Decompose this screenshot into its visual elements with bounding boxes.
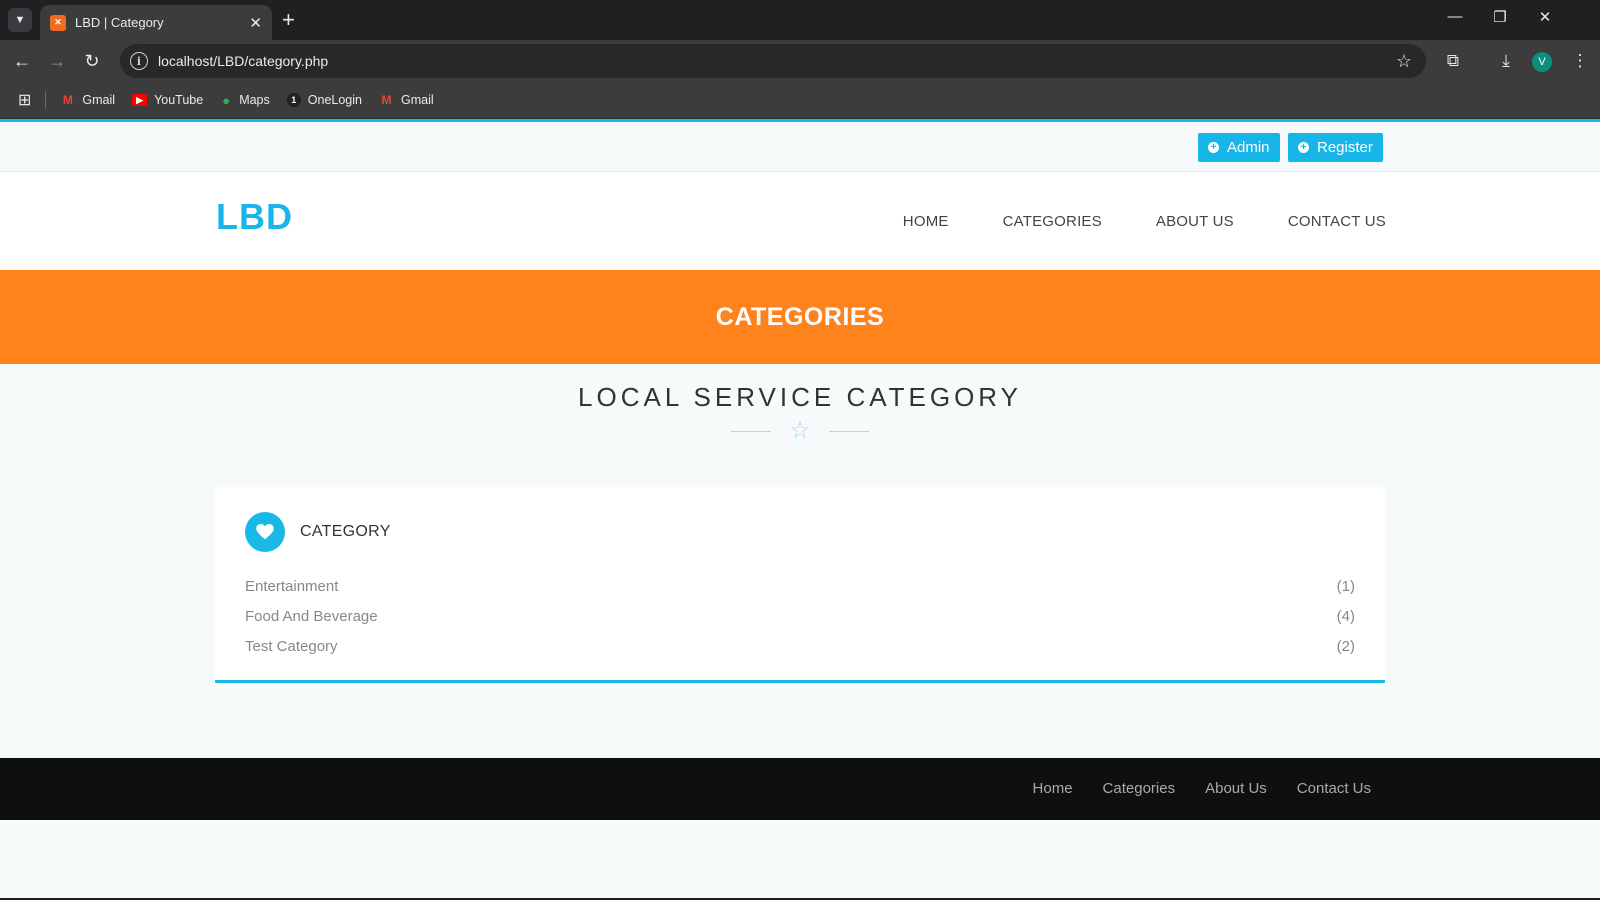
apps-grid-icon[interactable]: ⊞ xyxy=(18,90,31,110)
new-tab-icon[interactable]: + xyxy=(282,8,295,32)
footer-link-contact-us[interactable]: Contact Us xyxy=(1297,780,1371,797)
onelogin-icon: 1 xyxy=(286,93,301,107)
web-page: + Admin + Register LBD HOME CATEGORIES A… xyxy=(0,119,1600,900)
gmail-icon: M xyxy=(381,93,392,107)
browser-toolbar: ← → ↻ i localhost/LBD/category.php ☆ ⧉ ⤓… xyxy=(0,40,1600,82)
top-strip: + Admin + Register xyxy=(0,122,1600,172)
banner-title: CATEGORIES xyxy=(715,302,885,331)
site-footer: Home Categories About Us Contact Us xyxy=(0,758,1600,820)
list-item[interactable]: Test Category (2) xyxy=(245,631,1355,661)
address-bar[interactable]: i localhost/LBD/category.php ☆ xyxy=(120,44,1426,78)
browser-tab[interactable]: ✕ LBD | Category ✕ xyxy=(40,5,272,40)
maps-icon: ● xyxy=(222,92,231,108)
window-close-icon[interactable]: ✕ xyxy=(1530,8,1560,26)
list-item[interactable]: Food And Beverage (4) xyxy=(245,601,1355,631)
register-button[interactable]: + Register xyxy=(1288,133,1383,162)
reload-icon[interactable]: ↻ xyxy=(80,50,104,72)
bookmark-label: YouTube xyxy=(154,93,204,107)
main-nav: HOME CATEGORIES ABOUT US CONTACT US xyxy=(849,213,1386,230)
bookmark-label: Gmail xyxy=(82,93,116,107)
footer-nav: Home Categories About Us Contact Us xyxy=(1003,780,1371,797)
back-icon[interactable]: ← xyxy=(10,50,34,72)
bookmarks-bar: ⊞ M Gmail ▶ YouTube ● Maps 1 OneLogin M … xyxy=(0,82,1600,119)
tab-close-icon[interactable]: ✕ xyxy=(249,14,262,32)
bookmark-label: Gmail xyxy=(400,93,434,107)
site-header: LBD HOME CATEGORIES ABOUT US CONTACT US xyxy=(0,172,1600,270)
bookmark-label: Maps xyxy=(239,93,270,107)
nav-contact-us[interactable]: CONTACT US xyxy=(1288,213,1386,230)
bookmark-maps[interactable]: ● Maps xyxy=(220,92,270,108)
plus-circle-icon: + xyxy=(1298,142,1309,153)
register-label: Register xyxy=(1317,139,1373,156)
site-info-icon[interactable]: i xyxy=(130,52,148,70)
youtube-icon: ▶ xyxy=(132,94,148,106)
url-text[interactable]: localhost/LBD/category.php xyxy=(158,53,1396,69)
category-count: (4) xyxy=(1336,607,1355,625)
browser-tab-bar: ▼ ✕ LBD | Category ✕ + — ❐ ✕ xyxy=(0,0,1600,40)
category-name[interactable]: Entertainment xyxy=(245,578,338,595)
section-divider: ☆ xyxy=(0,417,1600,445)
card-title: CATEGORY xyxy=(300,523,391,540)
category-count: (1) xyxy=(1336,577,1355,595)
category-name[interactable]: Test Category xyxy=(245,638,338,655)
bookmark-label: OneLogin xyxy=(307,93,362,107)
heart-icon xyxy=(245,512,285,552)
page-banner: CATEGORIES xyxy=(0,270,1600,364)
admin-label: Admin xyxy=(1227,139,1270,156)
bookmark-onelogin[interactable]: 1 OneLogin xyxy=(286,93,362,107)
tab-title: LBD | Category xyxy=(75,15,164,30)
card-header: CATEGORY xyxy=(245,512,391,552)
divider-line xyxy=(828,430,869,432)
list-item[interactable]: Entertainment (1) xyxy=(245,571,1355,601)
minimize-icon[interactable]: — xyxy=(1440,8,1470,25)
nav-categories[interactable]: CATEGORIES xyxy=(1003,213,1102,230)
category-name[interactable]: Food And Beverage xyxy=(245,608,378,625)
download-icon[interactable]: ⤓ xyxy=(1494,50,1518,72)
xampp-favicon-icon: ✕ xyxy=(50,14,66,31)
category-card: CATEGORY Entertainment (1) Food And Beve… xyxy=(215,487,1385,683)
restore-icon[interactable]: ❐ xyxy=(1485,8,1515,26)
category-count: (2) xyxy=(1336,637,1355,655)
star-icon: ☆ xyxy=(789,417,811,444)
plus-circle-icon: + xyxy=(1208,142,1219,153)
category-list: Entertainment (1) Food And Beverage (4) … xyxy=(245,571,1355,661)
bookmark-star-icon[interactable]: ☆ xyxy=(1396,51,1412,72)
bookmark-gmail-2[interactable]: M Gmail xyxy=(379,93,434,107)
bookmark-gmail[interactable]: M Gmail xyxy=(60,93,115,107)
bookmarks-separator xyxy=(45,91,47,109)
nav-home[interactable]: HOME xyxy=(903,213,949,230)
profile-avatar[interactable]: V xyxy=(1532,52,1552,72)
divider-line xyxy=(731,430,772,432)
extensions-icon[interactable]: ⧉ xyxy=(1441,50,1465,72)
nav-about-us[interactable]: ABOUT US xyxy=(1156,213,1234,230)
site-logo[interactable]: LBD xyxy=(216,196,293,238)
tab-search-dropdown-icon[interactable]: ▼ xyxy=(8,8,32,32)
gmail-icon: M xyxy=(62,93,73,107)
menu-kebab-icon[interactable]: ⋮ xyxy=(1568,50,1592,72)
footer-link-about-us[interactable]: About Us xyxy=(1205,780,1267,797)
admin-button[interactable]: + Admin xyxy=(1198,133,1280,162)
footer-link-categories[interactable]: Categories xyxy=(1103,780,1176,797)
forward-icon[interactable]: → xyxy=(45,50,69,72)
section-title: LOCAL SERVICE CATEGORY xyxy=(578,382,1022,412)
bookmark-youtube[interactable]: ▶ YouTube xyxy=(132,93,203,107)
footer-link-home[interactable]: Home xyxy=(1033,780,1073,797)
